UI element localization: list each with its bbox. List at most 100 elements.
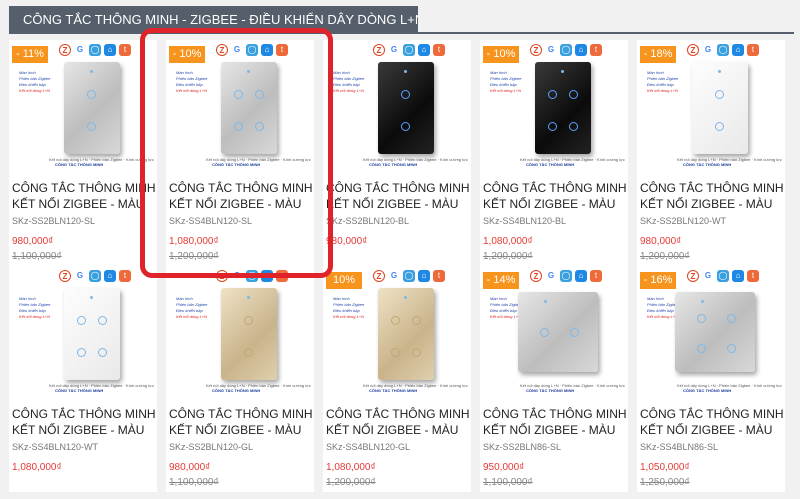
product-card[interactable]: Z G ◯ ⌂ t Màn hình Phiên bản Zigbee Điều khiển … xyxy=(637,40,785,266)
product-title[interactable]: CÔNG TẮC THÔNG MINH KẾT NỐI ZIGBEE - MÀU… xyxy=(12,406,157,438)
google-icon: G xyxy=(545,270,557,282)
product-price: 1,080,000₫ xyxy=(326,462,376,473)
section-header: CÔNG TẮC THÔNG MINH - ZIGBEE - ĐIỀU KHIỂ… xyxy=(0,0,800,34)
tuya-icon: t xyxy=(119,44,131,56)
image-caption-title: CÔNG TẮC THÔNG MINH xyxy=(55,162,104,167)
switch-panel xyxy=(378,288,434,380)
touch-button xyxy=(548,122,557,131)
indicator-dot xyxy=(90,70,93,73)
image-caption-title: CÔNG TẮC THÔNG MINH xyxy=(55,388,104,393)
product-sku: SKz-SS4BLN120-GL xyxy=(326,442,411,452)
product-card[interactable]: Z G ◯ ⌂ t Màn hình Phiên bản Zigbee Điều khiển … xyxy=(323,40,471,266)
switch-panel xyxy=(64,288,120,380)
switch-panel xyxy=(675,292,755,372)
zigbee-icon: Z xyxy=(59,44,71,56)
product-title[interactable]: CÔNG TẮC THÔNG MINH KẾT NỐI ZIGBEE - MÀU… xyxy=(169,406,314,438)
touch-button xyxy=(87,90,96,99)
product-old-price: 1,250,000₫ xyxy=(640,477,690,488)
zigbee-icon: Z xyxy=(687,270,699,282)
product-sku: SKz-SS2BLN120-WT xyxy=(640,216,727,226)
product-card[interactable]: Z G ◯ ⌂ t Màn hình Phiên bản Zigbee Điều khiển … xyxy=(166,266,314,492)
brand-icons: Z G ◯ ⌂ t xyxy=(373,270,445,282)
product-card[interactable]: Z G ◯ ⌂ t Màn hình Phiên bản Zigbee Điều khiển … xyxy=(9,266,157,492)
product-title[interactable]: CÔNG TẮC THÔNG MINH KẾT NỐI ZIGBEE - MÀU… xyxy=(326,406,471,438)
brand-icons: Z G ◯ ⌂ t xyxy=(59,44,131,56)
product-sku: SKz-SS4BLN120-WT xyxy=(12,442,99,452)
product-image[interactable]: Z G ◯ ⌂ t Màn hình Phiên bản Zigbee Điều khiển … xyxy=(9,266,157,396)
zigbee-icon: Z xyxy=(373,44,385,56)
discount-badge: - 16% xyxy=(640,272,676,289)
feature-notes: Màn hình Phiên bản Zigbee Điều khiển bập Kế… xyxy=(647,70,679,93)
product-image[interactable]: Z G ◯ ⌂ t Màn hình Phiên bản Zigbee Điều khiển … xyxy=(637,40,785,170)
product-image[interactable]: Z G ◯ ⌂ t Màn hình Phiên bản Zigbee Điều khiển … xyxy=(480,266,628,396)
product-card[interactable]: Z G ◯ ⌂ t Màn hình Phiên bản Zigbee Điều khiển … xyxy=(323,266,471,492)
product-image[interactable]: Z G ◯ ⌂ t Màn hình Phiên bản Zigbee Điều khiển … xyxy=(480,40,628,170)
indicator-dot xyxy=(404,296,407,299)
touch-button xyxy=(77,316,86,325)
google-icon: G xyxy=(545,44,557,56)
tuya-icon: t xyxy=(433,270,445,282)
google-icon: G xyxy=(702,44,714,56)
touch-button xyxy=(98,316,107,325)
feature-notes: Màn hình Phiên bản Zigbee Điều khiển bập Kế… xyxy=(19,70,51,93)
touch-button xyxy=(401,122,410,131)
google-icon: G xyxy=(74,270,86,282)
touch-button xyxy=(697,344,706,353)
product-card[interactable]: Z G ◯ ⌂ t Màn hình Phiên bản Zigbee Điều khiển … xyxy=(637,266,785,492)
switch-panel xyxy=(378,62,434,154)
touch-button xyxy=(412,316,421,325)
touch-button xyxy=(715,90,724,99)
image-caption-title: CÔNG TẮC THÔNG MINH xyxy=(683,388,732,393)
indicator-dot xyxy=(90,296,93,299)
alexa-icon: ◯ xyxy=(717,270,729,282)
smartlife-icon: ⌂ xyxy=(575,44,587,56)
touch-button xyxy=(77,348,86,357)
product-image[interactable]: Z G ◯ ⌂ t Màn hình Phiên bản Zigbee Điều khiển … xyxy=(323,266,471,396)
product-card[interactable]: Z G ◯ ⌂ t Màn hình Phiên bản Zigbee Điều khiển … xyxy=(9,40,157,266)
discount-badge: - 18% xyxy=(640,46,676,63)
smartlife-icon: ⌂ xyxy=(418,44,430,56)
product-image[interactable]: Z G ◯ ⌂ t Màn hình Phiên bản Zigbee Điều khiển … xyxy=(9,40,157,170)
product-title[interactable]: CÔNG TẮC THÔNG MINH KẾT NỐI ZIGBEE - MÀU… xyxy=(483,406,628,438)
switch-panel xyxy=(221,288,277,380)
product-title[interactable]: CÔNG TẮC THÔNG MINH KẾT NỐI ZIGBEE - MÀU… xyxy=(640,406,785,438)
touch-button xyxy=(569,122,578,131)
touch-button xyxy=(727,344,736,353)
product-image[interactable]: Z G ◯ ⌂ t Màn hình Phiên bản Zigbee Điều khiển … xyxy=(637,266,785,396)
brand-icons: Z G ◯ ⌂ t xyxy=(687,270,759,282)
touch-button xyxy=(570,328,579,337)
smartlife-icon: ⌂ xyxy=(104,270,116,282)
product-title[interactable]: CÔNG TẮC THÔNG MINH KẾT NỐI ZIGBEE - MÀU… xyxy=(12,180,157,212)
google-icon: G xyxy=(702,270,714,282)
image-caption-title: CÔNG TẮC THÔNG MINH xyxy=(369,162,418,167)
touch-button xyxy=(98,348,107,357)
alexa-icon: ◯ xyxy=(89,44,101,56)
switch-panel xyxy=(692,62,748,154)
tuya-icon: t xyxy=(747,44,759,56)
product-title[interactable]: CÔNG TẮC THÔNG MINH KẾT NỐI ZIGBEE - MÀU… xyxy=(483,180,628,212)
zigbee-icon: Z xyxy=(373,270,385,282)
google-icon: G xyxy=(388,44,400,56)
product-old-price: 1,200,000₫ xyxy=(326,477,376,488)
product-title[interactable]: CÔNG TẮC THÔNG MINH KẾT NỐI ZIGBEE - MÀU… xyxy=(326,180,471,212)
touch-button xyxy=(87,122,96,131)
product-sku: SKz-SS2BLN120-BL xyxy=(326,216,410,226)
alexa-icon: ◯ xyxy=(560,270,572,282)
touch-button xyxy=(540,328,549,337)
product-price: 980,000₫ xyxy=(169,462,211,473)
smartlife-icon: ⌂ xyxy=(575,270,587,282)
product-title[interactable]: CÔNG TẮC THÔNG MINH KẾT NỐI ZIGBEE - MÀU… xyxy=(640,180,785,212)
zigbee-icon: Z xyxy=(530,44,542,56)
product-old-price: 1,100,000₫ xyxy=(169,477,219,488)
product-card[interactable]: Z G ◯ ⌂ t Màn hình Phiên bản Zigbee Điều khiển … xyxy=(480,40,628,266)
product-image[interactable]: Z G ◯ ⌂ t Màn hình Phiên bản Zigbee Điều khiển … xyxy=(166,266,314,396)
alexa-icon: ◯ xyxy=(717,44,729,56)
alexa-icon: ◯ xyxy=(403,270,415,282)
product-card[interactable]: Z G ◯ ⌂ t Màn hình Phiên bản Zigbee Điều khiển … xyxy=(480,266,628,492)
alexa-icon: ◯ xyxy=(560,44,572,56)
indicator-dot xyxy=(701,300,704,303)
feature-notes: Màn hình Phiên bản Zigbee Điều khiển bập Kế… xyxy=(490,70,522,93)
indicator-dot xyxy=(404,70,407,73)
alexa-icon: ◯ xyxy=(89,270,101,282)
product-image[interactable]: Z G ◯ ⌂ t Màn hình Phiên bản Zigbee Điều khiển … xyxy=(323,40,471,170)
